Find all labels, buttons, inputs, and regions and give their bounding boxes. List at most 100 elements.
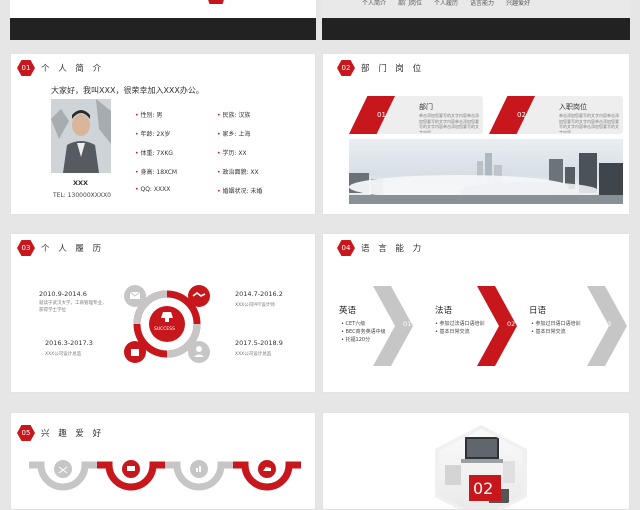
info-label: 家乡: [222, 131, 237, 138]
slide-title: 部 门 岗 位 [361, 64, 425, 74]
info-label: 体重: [140, 150, 155, 157]
resume-date-2: 2014.7-2016.2 [235, 290, 283, 298]
success-diagram [124, 285, 210, 363]
info-label: 婚姻状况: [222, 188, 249, 195]
info-label: 学历: [222, 150, 237, 157]
resume-date-4: 2017.5-2018.9 [235, 339, 283, 347]
person-name: XXX [73, 179, 89, 187]
card-title: 部门 [419, 103, 433, 111]
section-badge: 03 [17, 240, 35, 256]
info-value: 汉族 [238, 112, 251, 119]
dark-band [322, 18, 630, 40]
info-row: • 婚姻状况: 未婚 [217, 188, 263, 195]
card-desc: 单击添加您要写的文字内容单击添加您要写的文字内容单击添加您要写的文字内容单击添加… [419, 113, 479, 133]
section-badge: 02 [337, 60, 355, 76]
card-num: 01 [377, 111, 386, 119]
slide-hobby[interactable]: 05 兴 趣 爱 好 [10, 412, 316, 510]
lang-points-2: • 参加过法语口语培训 • 基本日常交流 [435, 320, 507, 336]
info-value: 上海 [238, 131, 251, 138]
red-tab-shape [205, 0, 227, 4]
nav-item-3[interactable]: 个人履历 [434, 0, 458, 8]
info-row: • 学历: XX [217, 150, 247, 157]
info-row: • QQ: XXXX [135, 186, 171, 193]
lang-num-3: 03 [603, 320, 612, 328]
greeting-text: 大家好，我叫XXX，很荣幸加入XXX办公。 [51, 86, 204, 95]
info-label: 性别: [140, 112, 155, 119]
lang-num-1: 01 [403, 320, 412, 328]
lang-point: • 基本日常交流 [435, 329, 470, 335]
info-right-col: • 民族: 汉族 • 家乡: 上海 • 学历: XX • 政治面貌: XX • … [217, 110, 307, 205]
handshake-circle [188, 285, 210, 307]
info-value: 男 [156, 112, 163, 119]
city-fog-image [349, 139, 623, 204]
avatar-photo [51, 99, 111, 173]
card-desc: 单击添加您要写的文字内容单击添加您要写的文字内容单击添加您要写的文字内容单击添加… [559, 113, 619, 133]
hobby-arcs [29, 460, 301, 491]
slide-top-right[interactable]: 个人简介 部门岗位 个人履历 语言能力 兴趣爱好 [322, 0, 630, 40]
nav-item-2[interactable]: 部门岗位 [398, 0, 422, 8]
slide-section[interactable]: 02 [322, 412, 630, 510]
lang-num-2: 02 [507, 320, 516, 328]
info-row: • 身高: 18XCM [135, 169, 178, 176]
resume-desc-4: XXX公司设计总监 [235, 352, 272, 357]
info-label: 民族: [222, 112, 237, 119]
info-label: 年龄: [140, 131, 155, 138]
info-value: 7XKG [156, 150, 173, 157]
section-number: 02 [473, 479, 494, 498]
success-circle [149, 306, 185, 342]
resume-date-3: 2016.3-2017.3 [45, 339, 93, 347]
lang-points-3: • 参加过日语口语培训 • 基本日常交流 [531, 320, 603, 336]
info-value: XX [238, 150, 247, 157]
info-row: • 民族: 汉族 [217, 112, 251, 119]
info-value: XX [250, 169, 259, 176]
nav-item-1[interactable]: 个人简介 [362, 0, 386, 8]
dark-band [10, 18, 316, 40]
person-icon [51, 99, 111, 173]
card-num: 02 [517, 111, 526, 119]
lang-point: • 基本日常交流 [531, 329, 566, 335]
resume-desc-2: XXX公司PPT设计师 [235, 303, 275, 308]
dept-card[interactable]: 01 部门 单击添加您要写的文字内容单击添加您要写的文字内容单击添加您要写的文字… [349, 96, 483, 134]
nav-item-4[interactable]: 语言能力 [470, 0, 494, 8]
skyline-icon [349, 153, 623, 204]
lang-point: • 托福120分 [341, 337, 371, 343]
resume-desc-3: XXX公司设计总监 [45, 352, 82, 357]
resume-desc-1: 就读于武汉大学，工商管理专业，获得学士学位 [39, 301, 107, 313]
slide-dept[interactable]: 02 部 门 岗 位 01 部门 单击添加您要写的文字内容单击添加您要写的文字内… [322, 53, 630, 215]
lang-point: • 参加过日语口语培训 [531, 321, 581, 327]
lang-name-3: 日语 [529, 306, 547, 316]
slide-resume[interactable]: 03 个 人 履 历 2010.9-2014.6 就读于武汉大学，工商管理专业，… [10, 233, 316, 393]
trophy-icon [161, 312, 173, 318]
nav-item-5[interactable]: 兴趣爱好 [506, 0, 530, 8]
lang-name-1: 英语 [339, 306, 357, 316]
info-row: • 性别: 男 [135, 112, 163, 119]
info-value: XXXX [153, 186, 171, 193]
nav-items: 个人简介 部门岗位 个人履历 语言能力 兴趣爱好 [362, 0, 622, 8]
resume-date-1: 2010.9-2014.6 [39, 290, 87, 298]
info-value: 未婚 [250, 188, 263, 195]
person-tel: TEL: 130000XXXX0 [53, 192, 111, 199]
section-badge: 01 [17, 60, 35, 76]
section-badge: 05 [17, 425, 35, 441]
tools-icon [54, 460, 72, 478]
info-row: • 年龄: 2X岁 [135, 131, 171, 138]
info-value: 18XCM [156, 169, 178, 176]
user-icon [196, 346, 202, 352]
success-label: SUCCESS [154, 327, 175, 332]
dept-card[interactable]: 02 入职岗位 单击添加您要写的文字内容单击添加您要写的文字内容单击添加您要写的… [489, 96, 623, 134]
info-value: 2X岁 [156, 131, 171, 138]
slide-title: 兴 趣 爱 好 [41, 429, 105, 439]
slide-top-left[interactable] [10, 0, 316, 40]
info-row: • 家乡: 上海 [217, 131, 251, 138]
card-title: 入职岗位 [559, 103, 587, 111]
slide-lang[interactable]: 04 语 言 能 力 01 02 03 英语 • CET六级 • BEC商务英语… [322, 233, 630, 393]
info-row: • 政治面貌: XX [217, 169, 259, 176]
slide-title: 个 人 履 历 [41, 244, 105, 254]
slide-title: 个 人 简 介 [41, 64, 105, 74]
slide-intro[interactable]: 01 个 人 简 介 大家好，我叫XXX，很荣幸加入XXX办公。 XXX TEL… [10, 53, 316, 215]
section-badge: 04 [337, 240, 355, 256]
lang-point: • BEC商务英语中级 [341, 329, 386, 335]
slide-title: 语 言 能 力 [361, 244, 425, 254]
info-label: QQ: [140, 186, 152, 193]
lang-point: • CET六级 [341, 321, 366, 327]
